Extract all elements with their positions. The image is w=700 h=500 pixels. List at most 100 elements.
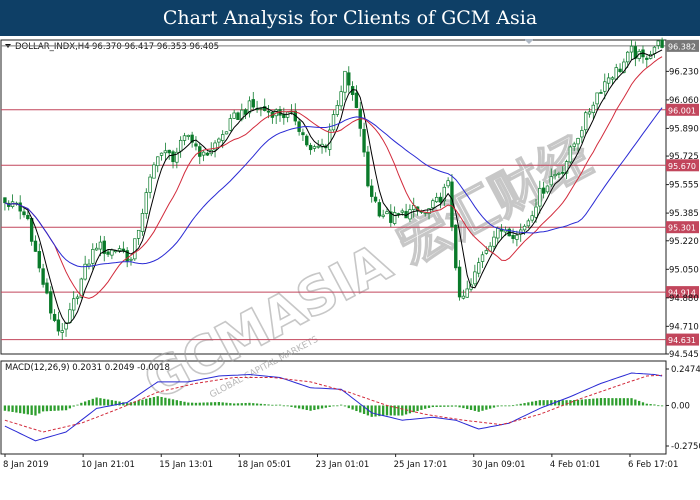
- macd-hist-bar: [91, 398, 94, 406]
- candle-body: [251, 99, 255, 108]
- macd-hist-bar: [481, 405, 484, 411]
- macd-hist-bar: [76, 404, 79, 406]
- macd-hist-bar: [236, 403, 240, 406]
- candle-body: [434, 196, 439, 203]
- macd-hist-bar: [454, 405, 457, 407]
- candle-body: [327, 129, 332, 150]
- candle-body: [159, 152, 164, 156]
- macd-hist-bar: [84, 401, 87, 406]
- macd-hist-bar: [496, 405, 499, 407]
- ohlc-label: 96.370 96.417 96.353 96.405: [92, 42, 219, 52]
- macd-hist-bar: [653, 404, 656, 406]
- macd-hist-bar: [3, 405, 7, 411]
- candle-body: [572, 143, 576, 147]
- macd-hist-bar: [72, 405, 75, 407]
- macd-hist-bar: [531, 401, 534, 406]
- price-tick-label: 96.060: [669, 96, 699, 106]
- macd-hist-bar: [233, 403, 236, 406]
- candle-body: [557, 172, 561, 175]
- candle-body: [492, 236, 496, 247]
- candle-body: [129, 258, 133, 261]
- candle-body: [457, 266, 462, 298]
- candle-body: [652, 46, 657, 54]
- candle-body: [221, 134, 225, 141]
- candle-body: [316, 145, 320, 148]
- level-label: 95.301: [668, 224, 696, 233]
- level-label: 96.001: [668, 106, 696, 115]
- candle-body: [392, 212, 397, 224]
- macd-hist-bar: [171, 399, 175, 406]
- candle-body: [117, 248, 122, 251]
- macd-hist-bar: [313, 405, 316, 411]
- candle-body: [201, 151, 206, 156]
- chart-title-banner: Chart Analysis for Clients of GCM Asia: [0, 0, 700, 36]
- candle-body: [381, 214, 385, 217]
- macd-hist-bar: [508, 405, 511, 407]
- price-tick-label: 95.385: [669, 209, 699, 219]
- macd-hist-bar: [26, 405, 29, 415]
- macd-hist-bar: [336, 405, 339, 407]
- macd-hist-bar: [626, 398, 629, 406]
- candle-body: [3, 197, 7, 204]
- macd-hist-bar: [592, 398, 595, 406]
- macd-hist-bar: [397, 405, 400, 416]
- macd-hist-bar: [634, 399, 637, 406]
- candle-body: [87, 263, 91, 267]
- level-label: 95.670: [668, 162, 696, 171]
- macd-hist-bar: [297, 405, 301, 409]
- symbol-label: DOLLAR_INDX,H4: [15, 42, 90, 52]
- macd-hist-bar: [420, 405, 423, 410]
- candle-body: [94, 247, 99, 251]
- macd-hist-bar: [110, 400, 114, 406]
- macd-hist-bar: [408, 405, 412, 414]
- macd-hist-bar: [57, 405, 60, 411]
- macd-hist-bar: [649, 404, 652, 406]
- candle-body: [538, 188, 542, 207]
- macd-hist-bar: [213, 402, 217, 406]
- candle-body: [312, 146, 317, 149]
- candle-body: [110, 249, 114, 256]
- candle-body: [297, 121, 301, 132]
- candle-body: [136, 229, 141, 239]
- macd-hist-bar: [294, 405, 297, 408]
- candle-body: [45, 282, 49, 294]
- time-tick-label: 18 Jan 05:01: [237, 460, 291, 470]
- candle-body: [49, 291, 53, 314]
- candle-body: [98, 241, 103, 250]
- chart-area: GCMASIA 宏汇财经GLOBAL CAPITAL MARKETSDOLLAR…: [0, 37, 700, 470]
- macd-hist-bar: [80, 402, 83, 406]
- price-tick-label: 94.710: [669, 322, 699, 332]
- macd-hist-bar: [259, 403, 263, 406]
- macd-hist-bar: [198, 402, 201, 406]
- candle-body: [454, 224, 458, 269]
- macd-hist-bar: [278, 404, 282, 406]
- candle-body: [549, 176, 553, 186]
- candle-body: [194, 143, 198, 147]
- candle-body: [496, 228, 500, 239]
- macd-hist-bar: [103, 398, 106, 406]
- candle-body: [224, 131, 229, 135]
- candle-body: [477, 262, 481, 274]
- macd-hist-bar: [271, 404, 274, 406]
- macd-hist-bar: [156, 396, 159, 406]
- macd-hist-bar: [187, 402, 190, 406]
- candle-body: [534, 206, 538, 218]
- macd-hist-bar: [22, 405, 26, 414]
- price-tick-label: 95.890: [669, 124, 699, 134]
- macd-hist-bar: [152, 397, 156, 406]
- candle-body: [484, 250, 489, 254]
- macd-hist-bar: [538, 400, 541, 406]
- candle-body: [373, 196, 378, 202]
- candle-body: [308, 144, 313, 151]
- candle-body: [41, 268, 45, 285]
- macd-hist-bar: [401, 405, 404, 416]
- time-tick-label: 23 Jan 01:01: [316, 460, 370, 470]
- macd-hist-bar: [573, 399, 576, 406]
- macd-hist-bar: [393, 405, 396, 416]
- macd-hist-bar: [255, 403, 259, 406]
- macd-hist-bar: [462, 405, 465, 409]
- candle-body: [541, 187, 546, 194]
- macd-hist-bar: [240, 403, 243, 406]
- macd-hist-bar: [221, 402, 224, 406]
- level-label: 94.631: [668, 336, 696, 345]
